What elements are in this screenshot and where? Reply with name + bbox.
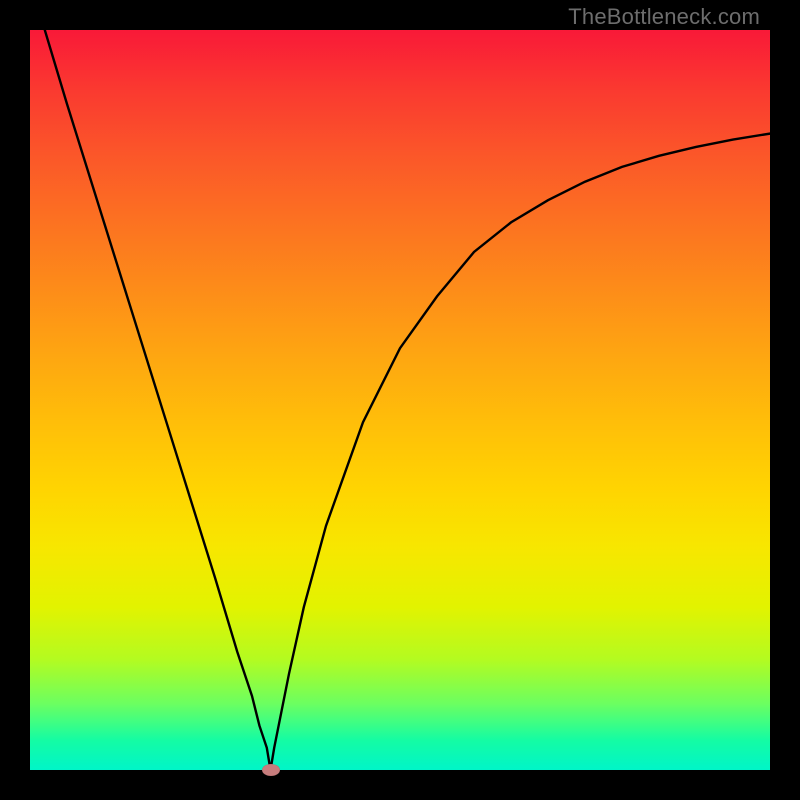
plot-area	[30, 30, 770, 770]
watermark-text: TheBottleneck.com	[568, 4, 760, 30]
chart-frame: TheBottleneck.com	[0, 0, 800, 800]
curve-svg	[30, 30, 770, 770]
curve-path	[45, 30, 770, 770]
minimum-marker	[262, 764, 280, 776]
